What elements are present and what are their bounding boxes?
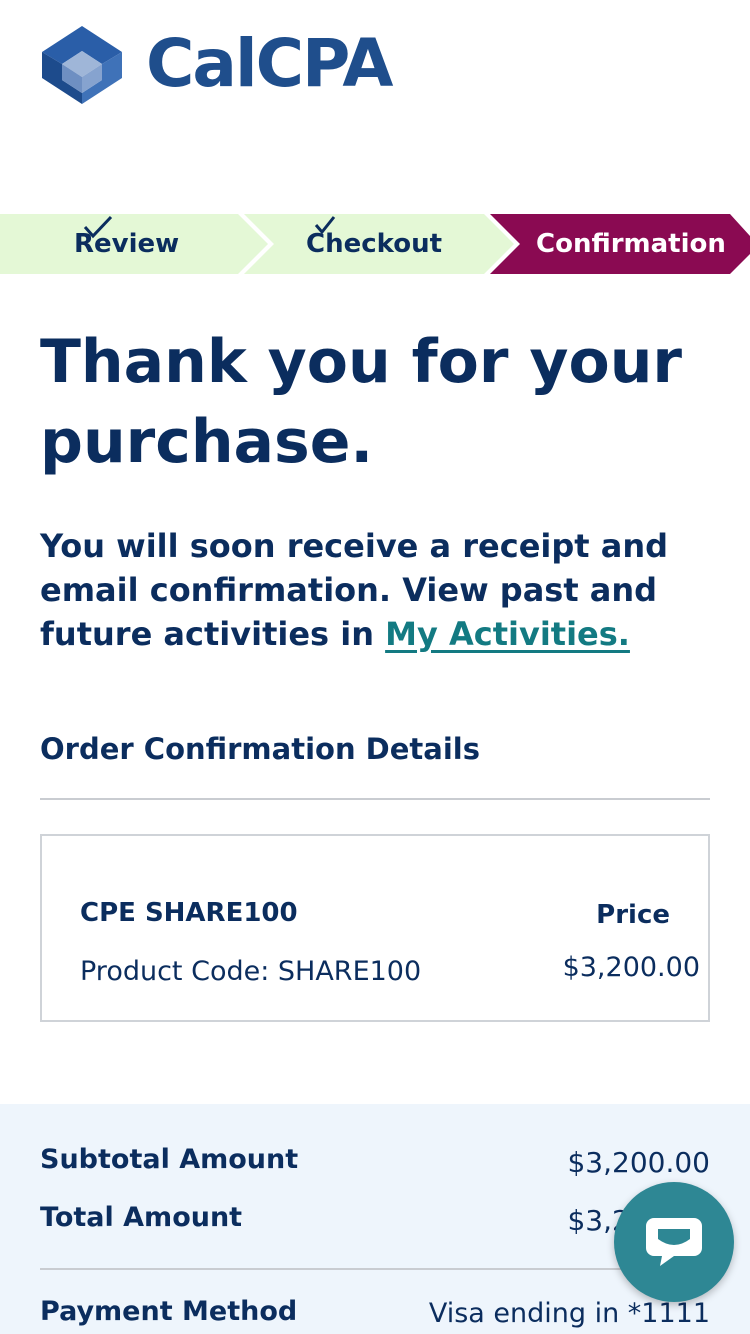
subtotal-label: Subtotal Amount [40,1144,299,1175]
subtotal-value: $3,200.00 [567,1146,710,1179]
check-icon [314,216,336,234]
step-confirmation: Confirmation [536,214,726,274]
step-confirmation-label: Confirmation [536,229,726,259]
confirmation-message: You will soon receive a receipt and emai… [40,524,720,656]
price-label: Price [596,900,670,930]
product-name: CPE SHARE100 [80,898,298,928]
payment-method-label: Payment Method [40,1296,298,1327]
order-item-card: CPE SHARE100 Product Code: SHARE100 Pric… [40,834,710,1022]
payment-method-value: Visa ending in *1111 [428,1298,710,1329]
calcpa-logo[interactable]: CalCPA [40,24,393,104]
page-title: Thank you for your purchase. [40,327,683,477]
chat-button[interactable] [614,1182,734,1302]
checkout-stepper: Review Checkout Confirmation [0,214,750,274]
divider [40,798,710,800]
product-code: Product Code: SHARE100 [80,956,422,987]
divider [40,1268,710,1270]
my-activities-link[interactable]: My Activities. [385,615,630,653]
chat-bubble-icon [646,1218,702,1266]
price-value: $3,200.00 [562,952,700,983]
brand-name: CalCPA [146,25,393,102]
total-label: Total Amount [40,1202,243,1233]
step-checkout[interactable]: Checkout [306,214,442,274]
order-details-heading: Order Confirmation Details [40,732,480,766]
step-review[interactable]: Review [74,214,179,274]
site-header: CalCPA [0,0,750,160]
check-icon [83,215,113,239]
calcpa-cube-logo-icon [42,26,122,104]
